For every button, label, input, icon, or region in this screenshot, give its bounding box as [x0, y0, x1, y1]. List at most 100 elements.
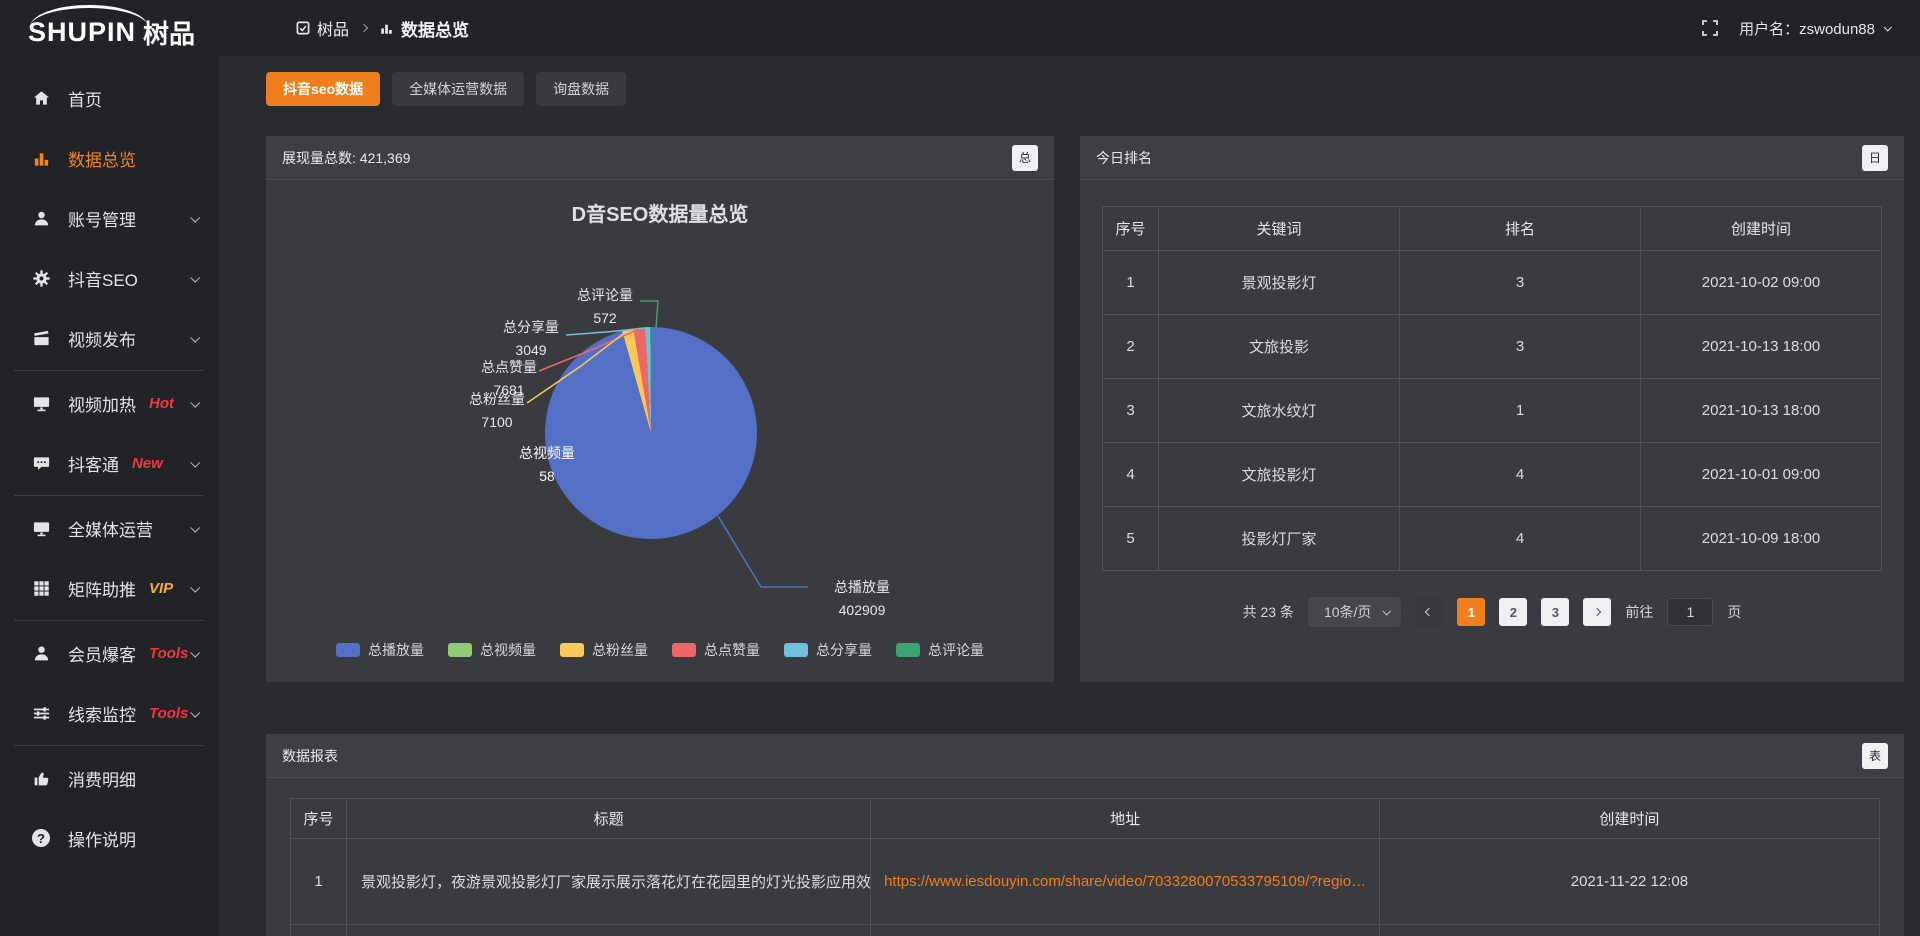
sidebar-item-member-baoke[interactable]: 会员爆客 Tools [0, 623, 218, 683]
pie-label-plays: 总播放量 402909 [810, 576, 914, 622]
page-button-3[interactable]: 3 [1541, 598, 1569, 626]
pie-chart: D音SEO数据量总览 总评论量 572 总分享量 [266, 180, 1054, 682]
legend-swatch [896, 643, 920, 657]
sidebar-item-data-overview[interactable]: 数据总览 [0, 128, 218, 188]
sidebar-item-account[interactable]: 账号管理 [0, 188, 218, 248]
chevron-down-icon [190, 647, 200, 657]
monitor-icon [30, 518, 52, 538]
pie-label-videos: 总视频量 58 [504, 442, 590, 488]
video-link[interactable]: https://www.iesdouyin.com/share/video/70… [884, 873, 1366, 890]
col-created: 创建时间 [1641, 207, 1882, 251]
tools-badge: Tools [149, 705, 188, 722]
user-menu[interactable]: 用户名：zswodun88 [1739, 18, 1890, 39]
col-rank: 排名 [1400, 207, 1641, 251]
sidebar-item-video-heating[interactable]: 视频加热 Hot [0, 373, 218, 433]
page-size-select[interactable]: 10条/页 [1308, 597, 1401, 627]
legend-swatch [672, 643, 696, 657]
sidebar-item-instructions[interactable]: ? 操作说明 [0, 808, 218, 868]
breadcrumb-current[interactable]: 数据总览 [379, 16, 469, 41]
next-page-button[interactable] [1583, 598, 1611, 626]
legend-item-likes[interactable]: 总点赞量 [672, 640, 760, 660]
bar-chart-icon [30, 148, 52, 168]
sidebar-item-spend-detail[interactable]: 消费明细 [0, 748, 218, 808]
sidebar-item-home[interactable]: 首页 [0, 68, 218, 128]
ranking-table-wrap: 序号 关键词 排名 创建时间 1 景观投影灯 3 2021-10 [1080, 180, 1904, 682]
video-title-cell: 景观投影灯，夜游景观投影灯厂家展示展示落花灯在花园里的灯光投影应用效果 # [347, 839, 871, 925]
fullscreen-icon[interactable] [1701, 19, 1719, 37]
table-row[interactable]: 3 文旅水纹灯 1 2021-10-13 18:00 [1103, 379, 1882, 443]
breadcrumb-root[interactable]: 树品 [296, 16, 349, 40]
today-ranking-panel: 今日排名 日 序号 关键词 排名 创建时间 [1080, 136, 1904, 682]
chevron-down-icon [190, 457, 200, 467]
prev-page-button[interactable] [1415, 598, 1443, 626]
report-table: 序号 标题 地址 创建时间 1 景观投影灯，夜游景观投影灯厂家展示展示落花灯在花… [290, 798, 1880, 936]
legend-item-comments[interactable]: 总评论量 [896, 640, 984, 660]
sidebar-item-omnimedia[interactable]: 全媒体运营 [0, 498, 218, 558]
table-row[interactable]: 5 投影灯厂家 4 2021-10-09 18:00 [1103, 507, 1882, 571]
sidebar-item-douyin-seo[interactable]: 抖音SEO [0, 248, 218, 308]
member-icon [30, 643, 52, 663]
chart-panel-header: 展现量总数: 421,369 总 [266, 136, 1054, 180]
pie-graphic[interactable] [545, 327, 757, 539]
app-logo[interactable]: SHUPIN 树品 [0, 0, 218, 56]
logo-text-cn: 树品 [143, 14, 195, 51]
legend-swatch [784, 643, 808, 657]
main-content: 抖音seo数据 全媒体运营数据 询盘数据 展现量总数: 421,369 总 D音… [218, 56, 1920, 936]
legend-item-plays[interactable]: 总播放量 [336, 640, 424, 660]
table-row[interactable] [291, 925, 1880, 936]
total-toggle-button[interactable]: 总 [1012, 145, 1038, 171]
tab-douyin-seo-data[interactable]: 抖音seo数据 [266, 72, 380, 106]
col-no: 序号 [291, 799, 347, 839]
table-row[interactable]: 4 文旅投影灯 4 2021-10-01 09:00 [1103, 443, 1882, 507]
table-toggle-button[interactable]: 表 [1862, 743, 1888, 769]
table-row[interactable]: 1 景观投影灯，夜游景观投影灯厂家展示展示落花灯在花园里的灯光投影应用效果 # … [291, 839, 1880, 925]
sidebar-divider [14, 745, 204, 746]
gear-icon [30, 268, 52, 288]
impressions-total-label: 展现量总数: 421,369 [282, 148, 410, 168]
report-title: 数据报表 [282, 746, 338, 766]
table-row[interactable]: 2 文旅投影 3 2021-10-13 18:00 [1103, 315, 1882, 379]
total-count-label: 共 23 条 [1243, 602, 1294, 622]
goto-page-input[interactable] [1667, 598, 1713, 626]
goto-label: 前往 [1625, 602, 1653, 622]
table-header-row: 序号 关键词 排名 创建时间 [1103, 207, 1882, 251]
grid-icon [30, 578, 52, 598]
table-row[interactable]: 1 景观投影灯 3 2021-10-02 09:00 [1103, 251, 1882, 315]
pagination: 共 23 条 10条/页 1 2 3 前往 页 [1102, 597, 1882, 627]
legend-item-videos[interactable]: 总视频量 [448, 640, 536, 660]
seo-chart-panel: 展现量总数: 421,369 总 D音SEO数据量总览 总评论量 [266, 136, 1054, 682]
hot-badge: Hot [149, 395, 174, 412]
chevron-down-icon [1883, 23, 1891, 31]
sidebar-item-video-publish[interactable]: 视频发布 [0, 308, 218, 368]
home-icon [30, 88, 52, 108]
tab-inquiry-data[interactable]: 询盘数据 [536, 72, 626, 106]
chat-icon [30, 453, 52, 473]
day-toggle-button[interactable]: 日 [1862, 145, 1888, 171]
tools-badge: Tools [149, 645, 188, 662]
thumb-up-icon [30, 768, 52, 788]
vip-badge: VIP [149, 580, 173, 597]
legend-item-share[interactable]: 总分享量 [784, 640, 872, 660]
tab-omnimedia-data[interactable]: 全媒体运营数据 [392, 72, 524, 106]
chevron-down-icon [190, 397, 200, 407]
sidebar-item-doketong[interactable]: 抖客通 New [0, 433, 218, 493]
breadcrumb: 树品 数据总览 [296, 16, 469, 41]
legend-swatch [336, 643, 360, 657]
col-no: 序号 [1103, 207, 1159, 251]
table-header-row: 序号 标题 地址 创建时间 [291, 799, 1880, 839]
page-button-1[interactable]: 1 [1457, 598, 1485, 626]
report-table-wrap: 序号 标题 地址 创建时间 1 景观投影灯，夜游景观投影灯厂家展示展示落花灯在花… [266, 778, 1904, 936]
legend-item-fans[interactable]: 总粉丝量 [560, 640, 648, 660]
page-button-2[interactable]: 2 [1499, 598, 1527, 626]
new-badge: New [132, 455, 163, 472]
data-source-tabs: 抖音seo数据 全媒体运营数据 询盘数据 [266, 72, 1904, 106]
chevron-down-icon [190, 582, 200, 592]
user-icon [30, 208, 52, 228]
sidebar-divider [14, 495, 204, 496]
legend-swatch [448, 643, 472, 657]
sidebar-item-lead-monitor[interactable]: 线索监控 Tools [0, 683, 218, 743]
topbar-right: 用户名：zswodun88 [1701, 18, 1920, 39]
chevron-down-icon [190, 212, 200, 222]
ranking-panel-header: 今日排名 日 [1080, 136, 1904, 180]
sidebar-item-matrix-boost[interactable]: 矩阵助推 VIP [0, 558, 218, 618]
